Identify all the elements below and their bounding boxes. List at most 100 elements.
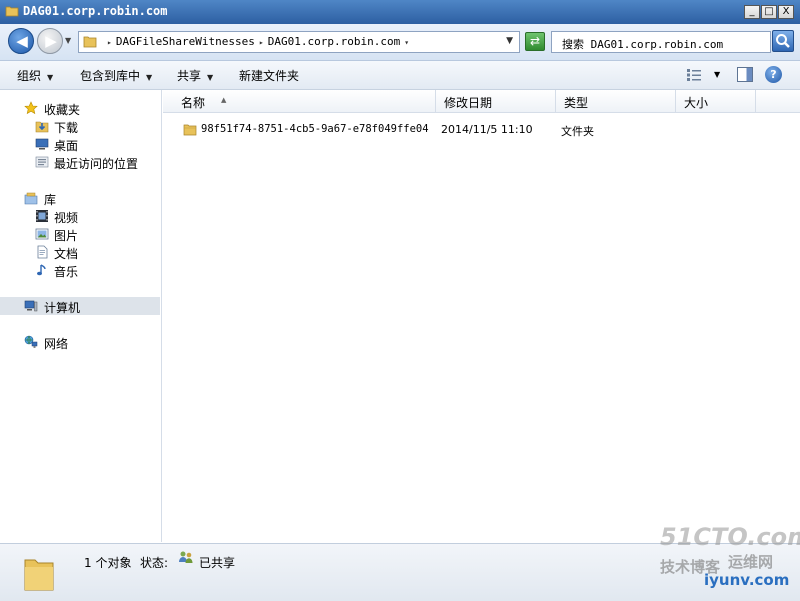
window-title: DAG01.corp.robin.com — [23, 4, 168, 18]
search-icon — [776, 34, 790, 48]
view-dropdown-icon[interactable]: ▼ — [714, 70, 720, 79]
navigation-pane: 收藏夹 下载 桌面 最近访问的位置 库 视频 图片 文档 音乐 计算机 网络 — [0, 90, 162, 542]
table-row[interactable]: 98f51f74-8751-4cb5-9a67-e78f049ffe04 201… — [163, 120, 800, 140]
nav-label: 最近访问的位置 — [54, 157, 139, 171]
nav-label: 文档 — [54, 247, 79, 261]
column-label: 类型 — [564, 96, 589, 110]
file-list: 名称 ▲ 修改日期 类型 大小 98f51f74-8751-4cb5-9a67-… — [163, 90, 800, 542]
forward-button[interactable]: ▶ — [37, 28, 63, 54]
address-history-dropdown-icon[interactable]: ▼ — [506, 36, 513, 46]
nav-computer[interactable]: 计算机 — [0, 297, 160, 315]
nav-label: 图片 — [54, 229, 79, 243]
recent-places-icon — [35, 156, 49, 168]
nav-label: 库 — [44, 193, 57, 207]
refresh-button[interactable]: ⇄ — [525, 32, 545, 51]
pictures-icon — [35, 228, 49, 240]
file-name: 98f51f74-8751-4cb5-9a67-e78f049ffe04 — [201, 123, 429, 135]
nav-videos[interactable]: 视频 — [0, 207, 160, 225]
column-label: 大小 — [684, 96, 709, 110]
nav-label: 收藏夹 — [44, 103, 81, 117]
address-bar[interactable]: ▸ DAGFileShareWitnesses ▸ DAG01.corp.robin.… — [78, 31, 520, 53]
nav-label: 桌面 — [54, 139, 79, 153]
search-input[interactable]: 搜索 DAG01.corp.robin.com — [551, 31, 771, 53]
search-button[interactable] — [772, 30, 794, 52]
item-count: 1 个对象 — [84, 556, 132, 570]
chevron-down-icon: ▼ — [146, 73, 153, 82]
nav-label: 视频 — [54, 211, 79, 225]
nav-libraries[interactable]: 库 — [0, 189, 160, 207]
shared-users-icon — [179, 551, 193, 563]
search-placeholder: 搜索 DAG01.corp.robin.com — [562, 38, 724, 51]
library-icon — [24, 192, 38, 205]
breadcrumb-item[interactable]: DAG01.corp.robin.com — [268, 35, 400, 48]
nav-documents[interactable]: 文档 — [0, 243, 160, 261]
nav-desktop[interactable]: 桌面 — [0, 135, 160, 153]
column-header-row: 名称 ▲ 修改日期 类型 大小 — [163, 90, 800, 113]
include-in-library-label: 包含到库中 — [80, 69, 141, 83]
file-modified: 2014/11/5 11:10 — [441, 123, 533, 136]
include-in-library-button[interactable]: 包含到库中 ▼ — [80, 67, 152, 84]
title-bar: DAG01.corp.robin.com _ □ X — [0, 0, 800, 25]
column-header-name[interactable]: 名称 ▲ — [173, 90, 436, 112]
desktop-icon — [35, 138, 49, 150]
star-icon — [24, 101, 38, 115]
recent-pages-dropdown-icon[interactable]: ▼ — [65, 36, 71, 45]
document-icon — [37, 245, 48, 259]
refresh-icon: ⇄ — [529, 34, 541, 48]
watermark-51cto: 51CTO.com — [660, 523, 800, 551]
column-header-size[interactable]: 大小 — [676, 90, 756, 112]
chevron-down-icon: ▼ — [47, 73, 54, 82]
column-header-type[interactable]: 类型 — [556, 90, 676, 112]
arrow-right-icon: ▶ — [45, 32, 57, 50]
new-folder-button[interactable]: 新建文件夹 — [239, 67, 299, 84]
computer-icon — [24, 300, 38, 312]
nav-network[interactable]: 网络 — [0, 333, 160, 351]
music-note-icon — [37, 264, 46, 276]
organize-button[interactable]: 组织 ▼ — [17, 67, 53, 84]
nav-label: 音乐 — [54, 265, 79, 279]
address-toolbar: ◀ ▶ ▼ ▸ DAGFileShareWitnesses ▸ DAG01.corp.… — [0, 24, 800, 61]
downloads-folder-icon — [35, 121, 49, 133]
nav-label: 下载 — [54, 121, 79, 135]
video-icon — [36, 210, 48, 222]
share-label: 共享 — [177, 69, 202, 83]
breadcrumb-separator-icon[interactable]: ▸ — [107, 38, 112, 47]
arrow-left-icon: ◀ — [16, 32, 28, 50]
nav-downloads[interactable]: 下载 — [0, 117, 160, 135]
state-label: 状态: — [140, 556, 169, 570]
folder-icon — [5, 6, 19, 17]
state-value: 已共享 — [199, 556, 236, 570]
breadcrumb-separator-icon[interactable]: ▸ — [259, 38, 264, 47]
column-label: 名称 — [181, 96, 206, 110]
command-bar: 组织 ▼ 包含到库中 ▼ 共享 ▼ 新建文件夹 ▼ ? — [0, 61, 800, 90]
nav-label: 网络 — [44, 337, 69, 351]
breadcrumb-separator-icon[interactable]: ▾ — [404, 38, 409, 47]
folder-icon — [24, 559, 54, 591]
folder-icon — [183, 124, 197, 136]
folder-icon — [83, 36, 97, 48]
close-button[interactable]: X — [778, 5, 794, 19]
share-button[interactable]: 共享 ▼ — [177, 67, 213, 84]
nav-recent-places[interactable]: 最近访问的位置 — [0, 153, 160, 171]
breadcrumb-item[interactable]: DAGFileShareWitnesses — [116, 35, 255, 48]
nav-pictures[interactable]: 图片 — [0, 225, 160, 243]
minimize-button[interactable]: _ — [744, 5, 760, 19]
column-label: 修改日期 — [444, 96, 493, 110]
chevron-down-icon: ▼ — [207, 73, 214, 82]
watermark-url: iyunv.com — [704, 571, 790, 589]
nav-music[interactable]: 音乐 — [0, 261, 160, 279]
help-icon[interactable]: ? — [765, 66, 782, 83]
network-icon — [24, 335, 38, 348]
file-type: 文件夹 — [561, 125, 594, 138]
view-options-icon[interactable] — [686, 68, 702, 82]
watermark-yunwei: 运维网 — [728, 553, 774, 571]
nav-label: 计算机 — [44, 301, 81, 315]
column-header-modified[interactable]: 修改日期 — [436, 90, 556, 112]
nav-favorites[interactable]: 收藏夹 — [0, 99, 160, 117]
back-button[interactable]: ◀ — [8, 28, 34, 54]
maximize-button[interactable]: □ — [761, 5, 777, 19]
preview-pane-icon[interactable] — [737, 67, 753, 82]
organize-label: 组织 — [17, 69, 42, 83]
breadcrumb: ▸ DAGFileShareWitnesses ▸ DAG01.corp.robin.… — [103, 35, 413, 48]
sort-ascending-icon: ▲ — [221, 96, 227, 104]
